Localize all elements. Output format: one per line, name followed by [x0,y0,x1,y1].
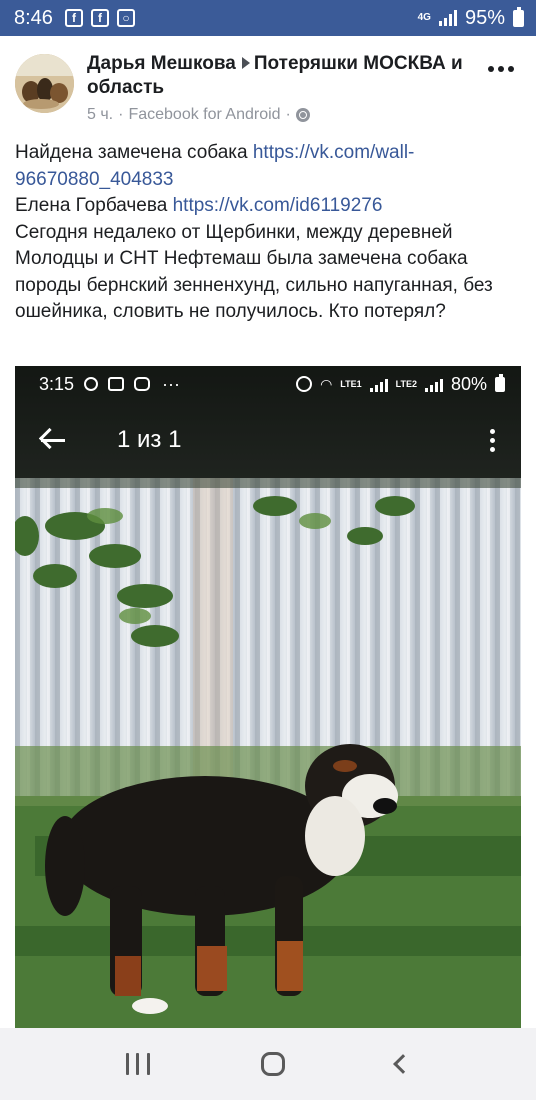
back-icon[interactable] [393,1054,414,1074]
globe-icon [295,108,310,122]
post-meta: 5 ч. · Facebook for Android · [87,106,310,124]
kebab-menu-icon[interactable] [490,428,495,452]
post-text: Найдена замечена собака https://vk.com/w… [15,140,525,326]
post-text-line1: Найдена замечена собака [15,142,253,163]
messenger-icon: ○ [116,9,135,27]
photo-counter: 1 из 1 [117,426,182,453]
battery-icon [495,373,505,392]
facebook-icon: f [90,9,109,27]
post-link-profile[interactable]: https://vk.com/id6119276 [173,195,383,216]
signal-icon [438,10,457,26]
status-right: 4G 95% [417,6,524,30]
network-type: 4G [417,12,431,23]
sim1-label: LTE1 [340,379,362,389]
status-bar: 8:46 f f ○ 4G 95% [0,0,536,36]
meta-separator: · [118,106,124,123]
photo-status-right: ◠ LTE1 LTE2 80% [296,373,505,395]
more-notifications-icon: ··· [162,373,181,394]
signal-icon [369,376,388,392]
status-time: 8:46 [14,6,53,29]
android-nav-bar [0,1028,536,1100]
post-header: Дарья Мешкова Потеряшки МОСКВА и область … [0,36,536,136]
photo-toolbar: 1 из 1 [15,402,521,478]
more-options-icon[interactable] [488,66,514,72]
arrow-right-icon [241,57,250,70]
post-author-line: Дарья Мешкова Потеряшки МОСКВА и область [87,52,467,100]
facebook-icon: f [64,9,83,27]
search-icon [84,377,99,391]
signal-icon [424,376,443,392]
home-icon[interactable] [260,1052,285,1076]
meta-separator: · [285,106,291,123]
post-text-body: Сегодня недалеко от Щербинки, между дере… [15,221,493,323]
wifi-icon: ◠ [320,375,333,392]
recent-apps-icon[interactable] [125,1053,150,1075]
post-time[interactable]: 5 ч. [87,106,113,124]
battery-icon [513,6,524,27]
instagram-icon [134,377,151,391]
post-source: Facebook for Android [128,106,281,123]
post-photo[interactable]: 3:15 ··· ◠ LTE1 LTE2 80% 1 из 1 [15,366,521,1028]
post-text-name: Елена Горбачева [15,195,173,216]
back-arrow-icon[interactable] [39,425,79,455]
battery-percent: 95% [464,6,505,29]
author-name[interactable]: Дарья Мешкова [87,53,236,74]
photo-battery-percent: 80% [450,373,487,394]
photo-status-time: 3:15 [39,373,75,394]
sim2-label: LTE2 [395,379,417,389]
photo-status-bar: 3:15 ··· ◠ LTE1 LTE2 80% [15,366,521,402]
alarm-icon [296,376,313,392]
avatar[interactable] [15,54,74,113]
gallery-icon [108,377,125,391]
